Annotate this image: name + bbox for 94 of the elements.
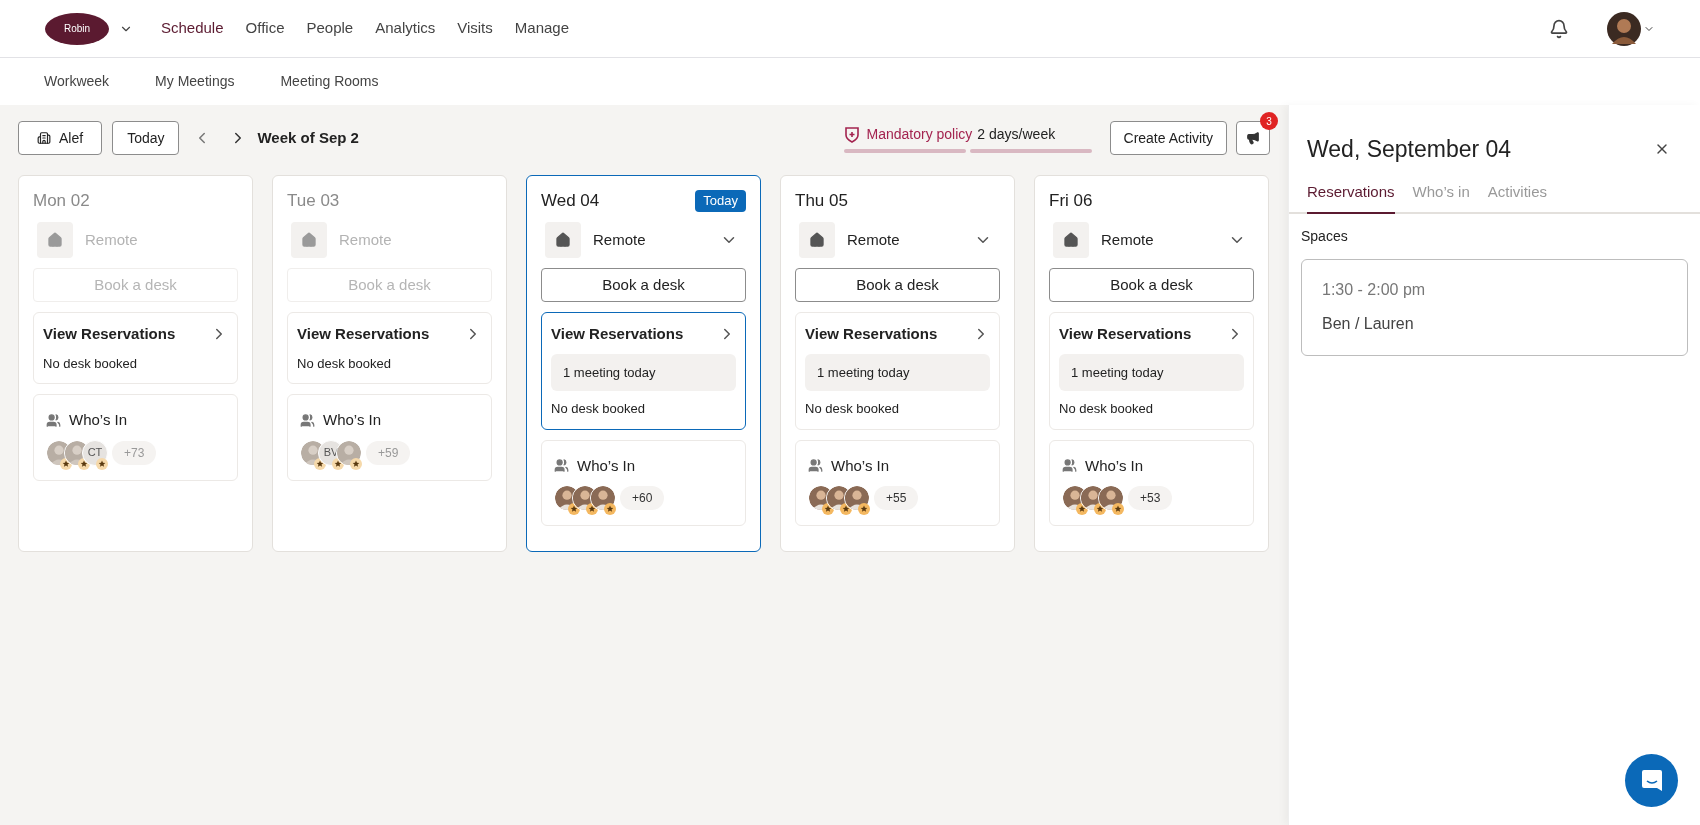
card-title: View Reservations — [43, 324, 176, 344]
location-label: Remote — [339, 229, 393, 250]
space-card[interactable]: 1:30 - 2:00 pm Ben / Lauren — [1301, 258, 1688, 356]
book-desk-button[interactable]: Book a desk — [795, 268, 1000, 302]
location-select[interactable]: Remote — [1049, 222, 1254, 258]
people-icon — [808, 458, 823, 474]
day-title: Fri 06 — [1049, 190, 1093, 213]
card-title: Who’s In — [831, 455, 890, 476]
panel-title: Wed, September 04 — [1307, 134, 1512, 164]
desk-status: No desk booked — [805, 400, 900, 418]
book-desk-button[interactable]: Book a desk — [541, 268, 746, 302]
nav-tab[interactable]: Schedule — [161, 17, 224, 40]
space-time: 1:30 - 2:00 pm — [1322, 280, 1427, 300]
location-select[interactable]: Remote — [795, 222, 1000, 258]
desk-status: No desk booked — [43, 354, 138, 373]
more-count: +60 — [620, 486, 665, 510]
people-icon — [300, 412, 315, 428]
star-badge-icon — [350, 457, 362, 470]
card-title: Who’s In — [69, 410, 128, 430]
subnav-tab[interactable]: Workweek — [44, 71, 110, 92]
card-title: View Reservations — [551, 324, 684, 344]
today-badge: Today — [695, 190, 746, 212]
house-icon — [1063, 232, 1079, 248]
desk-status: No desk booked — [1059, 400, 1154, 418]
more-count: +53 — [1128, 486, 1173, 510]
day-title: Wed 04 — [541, 190, 600, 213]
panel-tab[interactable]: Reservations — [1307, 181, 1395, 214]
location-label: Remote — [85, 229, 139, 250]
location-label: Remote — [1101, 229, 1155, 250]
nav-tab[interactable]: Office — [245, 17, 285, 40]
whos-in-card[interactable]: Who’s In CT +73 — [33, 394, 238, 481]
card-title: Who’s In — [323, 410, 382, 430]
nav-tab[interactable]: Manage — [514, 17, 569, 40]
bell-icon[interactable] — [1549, 18, 1569, 39]
shield-plus-icon — [843, 125, 860, 143]
people-icon — [46, 412, 61, 428]
section-heading: Spaces — [1301, 226, 1349, 246]
card-title: Who’s In — [577, 455, 636, 476]
star-badge-icon — [604, 503, 616, 515]
day-title: Tue 03 — [287, 190, 340, 213]
nav-tab[interactable]: Visits — [457, 17, 493, 40]
house-icon — [301, 232, 317, 248]
star-badge-icon — [858, 503, 870, 515]
profile-avatar[interactable] — [1607, 11, 1641, 46]
location-label: Remote — [847, 229, 901, 250]
week-label: Week of Sep 2 — [257, 127, 359, 148]
star-badge-icon — [96, 457, 108, 470]
reservations-card[interactable]: View Reservations 1 meeting today No desk booked — [541, 312, 746, 430]
nav-tab[interactable]: People — [306, 17, 354, 40]
building-icon — [37, 131, 51, 145]
people-icon — [1062, 458, 1077, 474]
house-icon — [47, 232, 63, 248]
create-activity-button[interactable]: Create Activity — [1109, 121, 1227, 155]
location-button[interactable]: Alef — [18, 121, 103, 155]
meeting-chip: 1 meeting today — [805, 353, 990, 391]
book-desk-button[interactable]: Book a desk — [1049, 268, 1254, 302]
more-count: +55 — [874, 486, 919, 510]
desk-status: No desk booked — [551, 400, 646, 418]
today-button[interactable]: Today — [112, 121, 180, 155]
card-title: View Reservations — [297, 324, 430, 344]
meeting-chip: 1 meeting today — [551, 353, 736, 391]
day-title: Thu 05 — [795, 190, 848, 213]
desk-status: No desk booked — [297, 354, 392, 373]
whos-in-card[interactable]: Who’s In +53 — [1049, 439, 1254, 526]
reservations-card[interactable]: View Reservations No desk booked — [33, 312, 238, 384]
day-title: Mon 02 — [33, 190, 90, 213]
house-icon — [555, 232, 571, 248]
reservations-card[interactable]: View Reservations No desk booked — [287, 312, 492, 384]
chat-icon — [1640, 768, 1663, 793]
location-label: Remote — [593, 229, 647, 250]
subnav-tab[interactable]: Meeting Rooms — [280, 71, 379, 92]
whos-in-card[interactable]: Who’s In BV +59 — [287, 394, 492, 481]
policy-value: 2 days/week — [977, 124, 1056, 144]
card-title: View Reservations — [1059, 324, 1192, 344]
location-select[interactable]: Remote — [541, 222, 746, 258]
more-count: +73 — [112, 440, 157, 465]
people-icon — [554, 458, 569, 474]
megaphone-icon — [1246, 131, 1260, 145]
reservations-card[interactable]: View Reservations 1 meeting today No desk booked — [1049, 312, 1254, 430]
whos-in-card[interactable]: Who’s In +60 — [541, 439, 746, 526]
whos-in-card[interactable]: Who’s In +55 — [795, 439, 1000, 526]
space-name: Ben / Lauren — [1322, 314, 1415, 334]
card-title: View Reservations — [805, 324, 938, 344]
meeting-chip: 1 meeting today — [1059, 353, 1244, 391]
logo[interactable]: Robin — [45, 12, 109, 45]
subnav-tab[interactable]: My Meetings — [155, 71, 235, 92]
notification-badge: 3 — [1260, 112, 1278, 130]
card-title: Who’s In — [1085, 455, 1144, 476]
more-count: +59 — [366, 440, 411, 465]
nav-tab[interactable]: Analytics — [375, 17, 436, 40]
star-badge-icon — [1112, 503, 1124, 515]
reservations-card[interactable]: View Reservations 1 meeting today No desk booked — [795, 312, 1000, 430]
policy-label: Mandatory policy — [866, 124, 973, 144]
house-icon — [809, 232, 825, 248]
